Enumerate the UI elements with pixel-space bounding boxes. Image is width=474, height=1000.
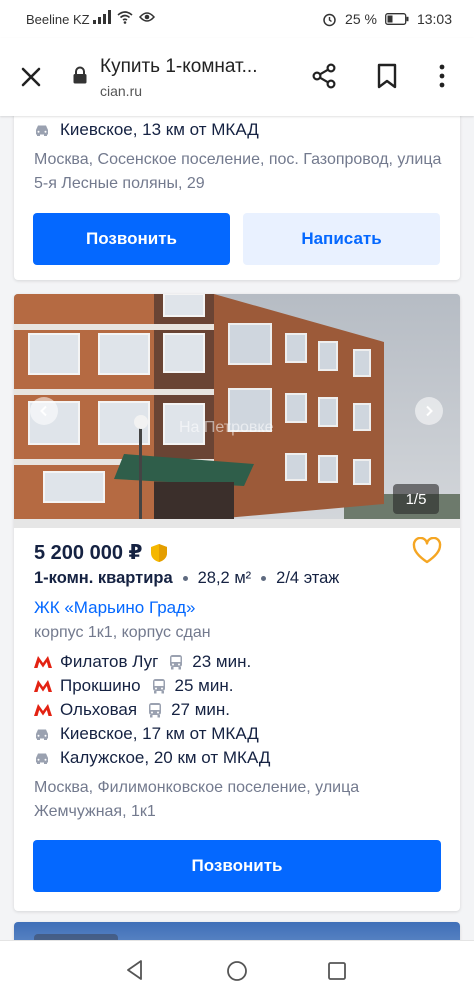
clock: 13:03: [416, 11, 452, 27]
metro-row: Прокшино 25 мин.: [34, 676, 233, 696]
complex-link[interactable]: ЖК «Марьино Град»: [34, 598, 196, 618]
highway-text: Киевское, 17 км от МКАД: [60, 724, 259, 743]
metro-station: Прокшино: [60, 676, 141, 695]
photo-watermark: На Петровке: [179, 419, 274, 436]
highway-text: Калужское, 20 км от МКАД: [60, 748, 271, 767]
bus-icon: [149, 703, 162, 718]
price-value: 5 200 000 ₽: [34, 542, 143, 564]
metro-row: Ольховая 27 мин.: [34, 700, 230, 720]
separator-dot: [182, 576, 188, 581]
metro-time: 23 мин.: [192, 652, 252, 671]
metro-row: Филатов Луг 23 мин.: [34, 652, 251, 672]
more-options-icon[interactable]: [432, 62, 452, 90]
highway-row: Калужское, 20 км от МКАД: [34, 748, 270, 768]
metro-station: Ольховая: [60, 700, 138, 719]
building-info: корпус 1к1, корпус сдан: [34, 624, 211, 641]
verified-shield-icon: [151, 543, 168, 562]
battery-percent: 25 %: [345, 11, 377, 27]
share-icon[interactable]: [310, 62, 338, 90]
system-navigation-bar: [0, 940, 474, 1000]
call-button[interactable]: Позвонить: [33, 840, 441, 892]
metro-station: Филатов Луг: [60, 652, 159, 671]
home-icon[interactable]: [226, 960, 248, 982]
carrier-name: Beeline KZ: [26, 12, 90, 27]
listing-price: 5 200 000 ₽: [34, 540, 168, 565]
alarm-icon: [323, 13, 336, 26]
bus-icon: [170, 655, 183, 670]
area: 28,2 м²: [197, 569, 252, 587]
signal-icon: [93, 10, 111, 24]
bus-icon: [152, 679, 165, 694]
highway-row: Киевское, 13 км от МКАД: [34, 120, 259, 140]
listing-photo[interactable]: На Петровке 1/5: [14, 294, 460, 528]
message-button[interactable]: Написать: [243, 213, 440, 265]
separator-dot: [261, 576, 267, 581]
listing-address: Москва, Филимонковское поселение, улица …: [34, 779, 360, 820]
battery-icon: [385, 13, 409, 25]
favorite-heart-icon[interactable]: [412, 537, 442, 565]
metro-icon: [34, 656, 52, 668]
car-icon: [36, 729, 48, 740]
recent-apps-icon[interactable]: [327, 961, 347, 981]
chevron-right-icon: [426, 405, 433, 417]
metro-time: 25 мин.: [174, 676, 234, 695]
close-icon[interactable]: [18, 64, 44, 90]
metro-icon: [34, 680, 52, 692]
photo-counter: 1/5: [393, 484, 439, 514]
next-photo-button[interactable]: [415, 397, 443, 425]
listing-address: Москва, Сосенское поселение, пос. Газопр…: [34, 151, 442, 192]
call-button[interactable]: Позвонить: [33, 213, 230, 265]
page-title: Купить 1-комнат...: [100, 56, 258, 77]
prev-photo-button[interactable]: [30, 397, 58, 425]
listing-card[interactable]: На Петровке 1/5 5 200 000 ₽ 1-комн. квар…: [14, 294, 460, 911]
metro-icon: [34, 704, 52, 716]
highway-row: Киевское, 17 км от МКАД: [34, 724, 259, 744]
metro-time: 27 мин.: [171, 700, 231, 719]
status-bar: Beeline KZ 25 % 13:03: [0, 0, 474, 38]
page-url: cian.ru: [100, 83, 143, 99]
lock-icon: [73, 66, 87, 84]
status-right: 25 % 13:03: [322, 11, 452, 27]
highway-text: Киевское, 13 км от МКАД: [60, 120, 259, 139]
eye-icon: [139, 12, 155, 22]
listing-specs: 1-комн. квартира 28,2 м² 2/4 этаж: [34, 569, 339, 588]
bookmark-icon[interactable]: [374, 62, 400, 90]
car-icon: [36, 125, 48, 136]
back-icon[interactable]: [124, 959, 146, 981]
floor: 2/4 этаж: [276, 569, 340, 587]
wifi-icon: [117, 10, 133, 24]
signal-area: [93, 10, 155, 24]
car-icon: [36, 753, 48, 764]
chevron-left-icon: [40, 405, 47, 417]
listing-card[interactable]: Киевское, 13 км от МКАД Москва, Сосенско…: [14, 100, 460, 280]
rooms: 1-комн. квартира: [34, 569, 173, 587]
browser-toolbar: Купить 1-комнат... cian.ru: [0, 38, 474, 116]
